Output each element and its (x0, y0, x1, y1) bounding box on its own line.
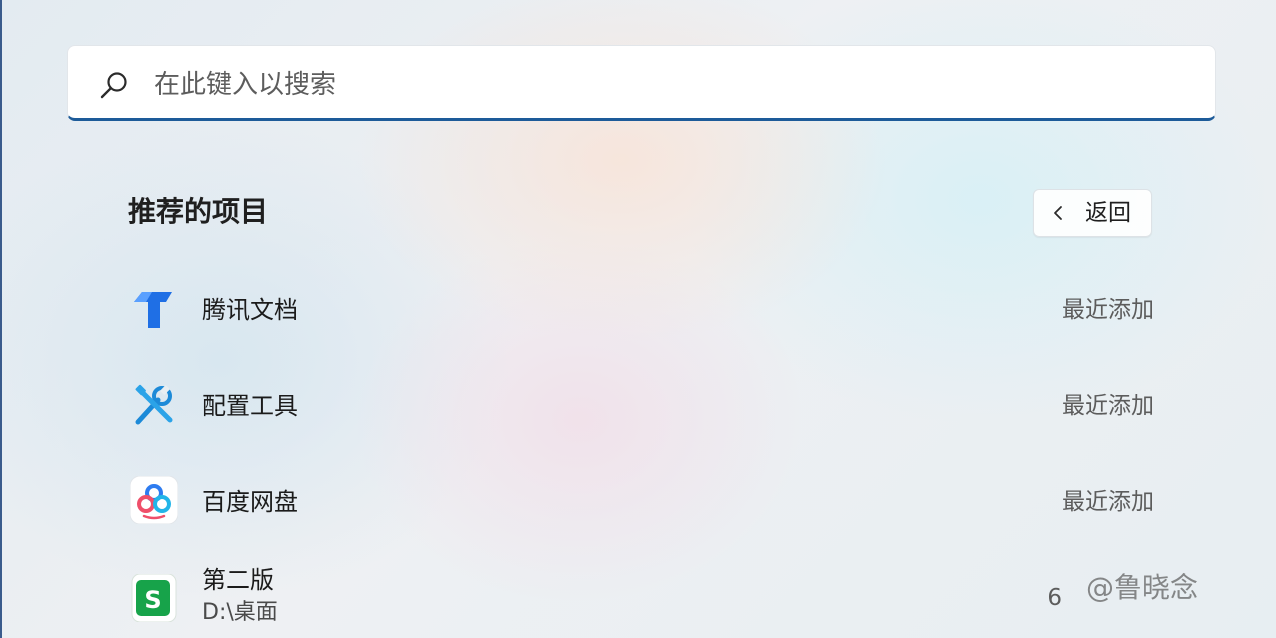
list-item-tencent-docs[interactable]: 腾讯文档 最近添加 (110, 266, 1170, 354)
item-status: 最近添加 (1062, 297, 1154, 323)
back-button-label: 返回 (1085, 200, 1131, 226)
item-name: 第二版 (202, 566, 274, 594)
chevron-left-icon (1054, 206, 1062, 220)
window-edge (0, 0, 2, 638)
back-button[interactable]: 返回 (1033, 189, 1152, 237)
section-title: 推荐的项目 (128, 195, 269, 228)
tools-icon (135, 384, 173, 425)
baidu-netdisk-icon (130, 476, 178, 524)
item-name: 百度网盘 (202, 488, 298, 516)
spreadsheet-icon: S (131, 574, 177, 622)
list-item-second-edition[interactable]: S 第二版 D:\桌面 6 (110, 552, 1170, 638)
item-status: 最近添加 (1062, 489, 1154, 515)
item-name: 腾讯文档 (202, 296, 298, 324)
watermark-text: @鲁晓念 (1086, 571, 1199, 604)
item-name: 配置工具 (202, 392, 298, 420)
search-icon (100, 72, 127, 99)
search-input-placeholder[interactable]: 在此键入以搜索 (154, 66, 336, 104)
item-status: 6 (1047, 585, 1062, 611)
item-path: D:\桌面 (202, 600, 278, 625)
list-item-config-tool[interactable]: 配置工具 最近添加 (110, 362, 1170, 450)
item-status: 最近添加 (1062, 393, 1154, 419)
list-item-baidu-netdisk[interactable]: 百度网盘 最近添加 (110, 456, 1170, 544)
svg-text:S: S (144, 586, 161, 614)
tencent-docs-icon (134, 292, 172, 328)
